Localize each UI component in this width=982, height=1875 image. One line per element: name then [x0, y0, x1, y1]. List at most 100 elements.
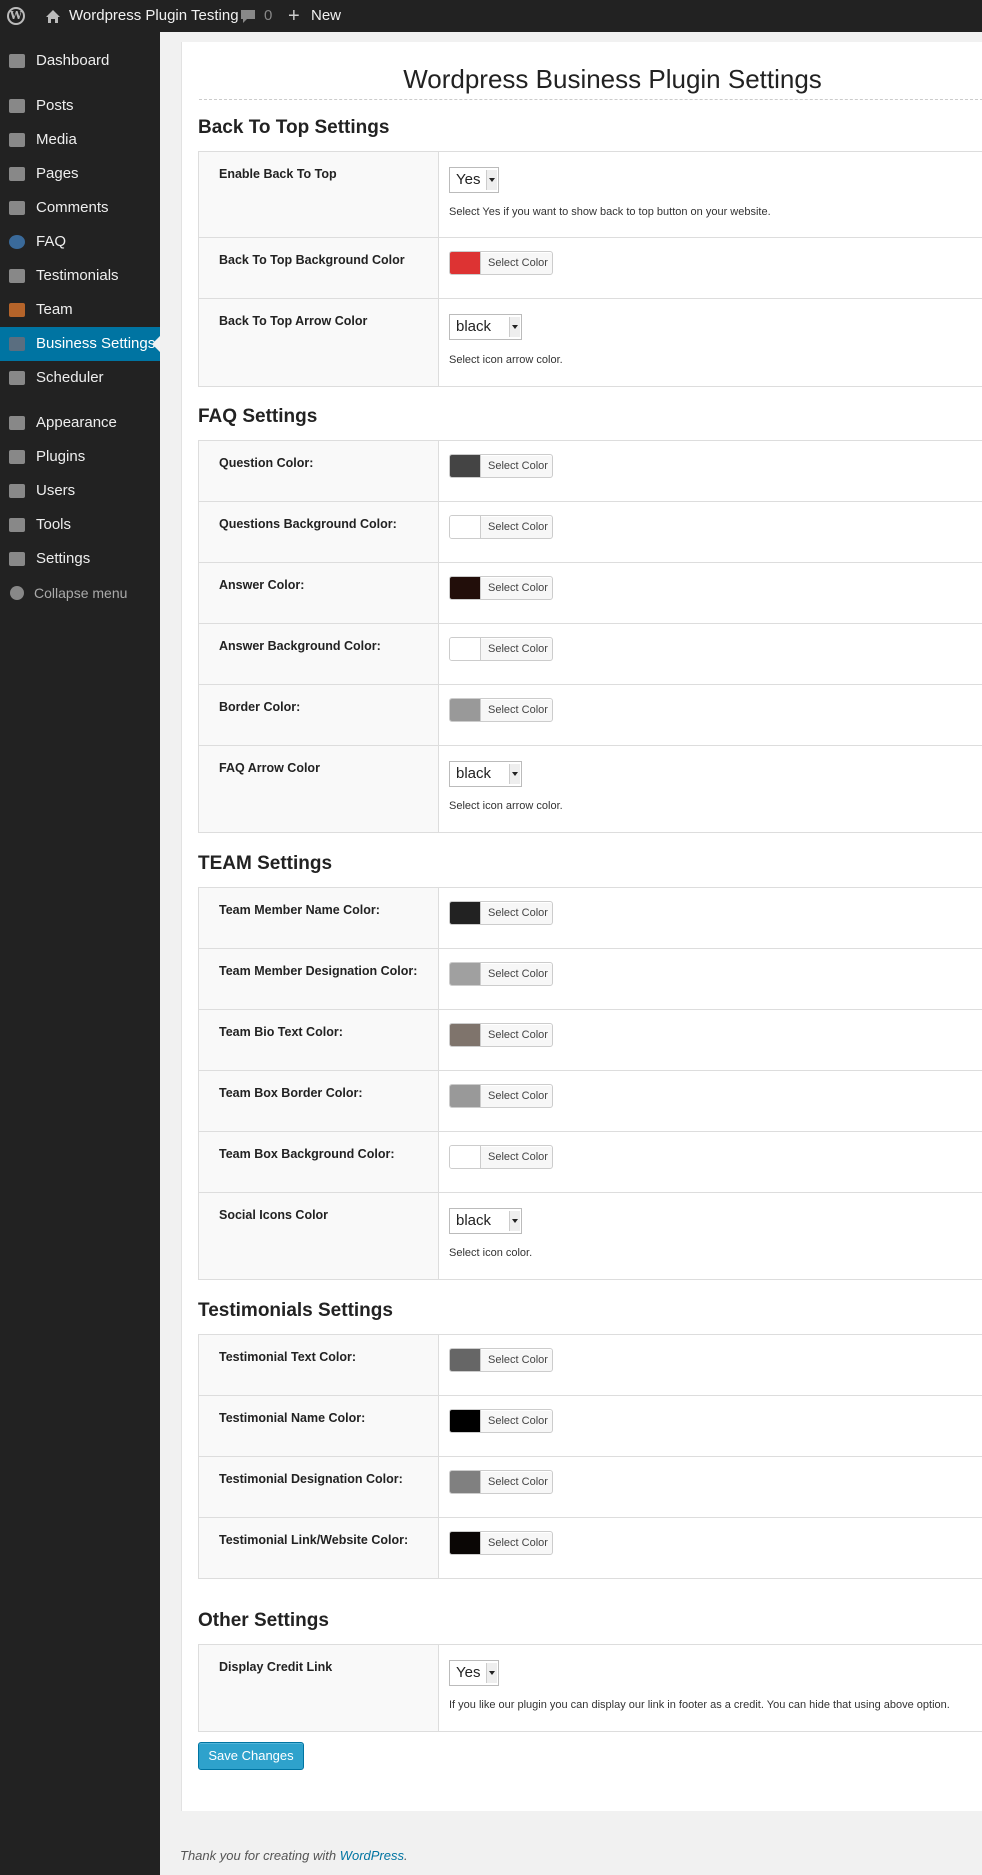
- question-bg-color-picker[interactable]: Select Color: [449, 515, 553, 539]
- color-swatch: [450, 1471, 481, 1493]
- select-color-label: Select Color: [488, 704, 548, 716]
- sidebar-item-label: Testimonials: [36, 267, 119, 284]
- testimonial-designation-color-picker[interactable]: Select Color: [449, 1470, 553, 1494]
- setting-row-back-to-top-arrow-color: Back To Top Arrow Color black Select ico…: [199, 298, 982, 386]
- dropdown-arrow-icon: [486, 170, 497, 190]
- team-settings-table: Team Member Name Color: Select Color Tea…: [198, 887, 982, 1280]
- setting-row-border-color: Border Color: Select Color: [199, 684, 982, 745]
- color-swatch: [450, 1410, 481, 1432]
- collapse-menu-button[interactable]: Collapse menu: [0, 576, 160, 610]
- setting-row-testimonial-link-color: Testimonial Link/Website Color: Select C…: [199, 1517, 982, 1578]
- sidebar-item-label: FAQ: [36, 233, 67, 250]
- sidebar-item-media[interactable]: Media: [0, 123, 160, 157]
- team-designation-color-picker[interactable]: Select Color: [449, 962, 553, 986]
- media-icon: [9, 133, 25, 147]
- answer-bg-color-picker[interactable]: Select Color: [449, 637, 553, 661]
- select-color-label: Select Color: [488, 1354, 548, 1366]
- select-value: black: [456, 765, 492, 782]
- new-content-link[interactable]: New: [311, 0, 341, 32]
- testimonials-settings-table: Testimonial Text Color: Select Color Tes…: [198, 1334, 982, 1579]
- setting-label: Team Box Border Color:: [219, 1086, 363, 1100]
- color-swatch: [450, 1146, 481, 1168]
- testimonials-icon: [9, 269, 25, 283]
- sidebar-item-appearance[interactable]: Appearance: [0, 406, 160, 440]
- business-settings-icon: [9, 337, 25, 351]
- setting-description: Select icon arrow color.: [449, 800, 563, 812]
- faq-arrow-color-select[interactable]: black: [449, 761, 522, 787]
- sidebar-item-business-settings[interactable]: Business Settings: [0, 327, 160, 361]
- sidebar-item-comments[interactable]: Comments: [0, 191, 160, 225]
- sidebar-item-testimonials[interactable]: Testimonials: [0, 259, 160, 293]
- setting-row-faq-arrow-color: FAQ Arrow Color black Select icon arrow …: [199, 745, 982, 832]
- color-swatch: [450, 577, 481, 599]
- select-value: black: [456, 1212, 492, 1229]
- faq-icon: [9, 235, 25, 249]
- select-color-label: Select Color: [488, 521, 548, 533]
- setting-row-question-bg-color: Questions Background Color: Select Color: [199, 501, 982, 562]
- setting-label: Testimonial Designation Color:: [219, 1472, 403, 1486]
- sidebar-item-tools[interactable]: Tools: [0, 508, 160, 542]
- plus-icon[interactable]: +: [288, 0, 304, 32]
- brush-icon: [9, 416, 25, 430]
- sidebar-item-plugins[interactable]: Plugins: [0, 440, 160, 474]
- scheduler-icon: [9, 371, 25, 385]
- sidebar-item-label: Business Settings: [36, 335, 156, 352]
- setting-row-team-name-color: Team Member Name Color: Select Color: [199, 888, 982, 948]
- sidebar-item-label: Settings: [36, 550, 91, 567]
- comment-bubble-icon[interactable]: [240, 0, 256, 32]
- settings-page: Wordpress Business Plugin Settings Back …: [181, 42, 982, 1811]
- back-to-top-bg-color-picker[interactable]: Select Color: [449, 251, 553, 275]
- setting-label: Testimonial Name Color:: [219, 1411, 366, 1425]
- setting-label: Social Icons Color: [219, 1208, 329, 1222]
- answer-color-picker[interactable]: Select Color: [449, 576, 553, 600]
- setting-label: Question Color:: [219, 456, 314, 470]
- sidebar-item-scheduler[interactable]: Scheduler: [0, 361, 160, 395]
- user-icon: [9, 484, 25, 498]
- sidebar-item-users[interactable]: Users: [0, 474, 160, 508]
- setting-label: Enable Back To Top: [219, 167, 337, 181]
- color-swatch: [450, 1024, 481, 1046]
- back-to-top-arrow-color-select[interactable]: black: [449, 314, 522, 340]
- team-box-bg-color-picker[interactable]: Select Color: [449, 1145, 553, 1169]
- setting-row-team-box-bg-color: Team Box Background Color: Select Color: [199, 1131, 982, 1192]
- setting-label: Team Member Name Color:: [219, 903, 380, 917]
- admin-footer: Thank you for creating with WordPress.: [180, 1848, 408, 1863]
- display-credit-link-select[interactable]: Yes: [449, 1660, 499, 1686]
- sidebar-item-posts[interactable]: Posts: [0, 89, 160, 123]
- testimonial-name-color-picker[interactable]: Select Color: [449, 1409, 553, 1433]
- question-color-picker[interactable]: Select Color: [449, 454, 553, 478]
- team-bio-color-picker[interactable]: Select Color: [449, 1023, 553, 1047]
- sidebar-item-settings[interactable]: Settings: [0, 542, 160, 576]
- setting-row-team-designation-color: Team Member Designation Color: Select Co…: [199, 948, 982, 1009]
- save-changes-button[interactable]: Save Changes: [198, 1742, 304, 1770]
- setting-description: Select icon arrow color.: [449, 354, 563, 366]
- social-icons-color-select[interactable]: black: [449, 1208, 522, 1234]
- testimonial-text-color-picker[interactable]: Select Color: [449, 1348, 553, 1372]
- setting-row-team-bio-color: Team Bio Text Color: Select Color: [199, 1009, 982, 1070]
- testimonial-link-color-picker[interactable]: Select Color: [449, 1531, 553, 1555]
- team-name-color-picker[interactable]: Select Color: [449, 901, 553, 925]
- section-title-faq: FAQ Settings: [198, 406, 318, 427]
- sidebar-item-team[interactable]: Team: [0, 293, 160, 327]
- home-icon[interactable]: [44, 0, 62, 32]
- sidebar-item-faq[interactable]: FAQ: [0, 225, 160, 259]
- wordpress-link[interactable]: WordPress: [340, 1848, 404, 1863]
- color-swatch: [450, 455, 481, 477]
- other-settings-table: Display Credit Link Yes If you like our …: [198, 1644, 982, 1732]
- sidebar-item-dashboard[interactable]: Dashboard: [0, 44, 160, 78]
- wordpress-logo-icon[interactable]: W: [7, 7, 25, 25]
- pages-icon: [9, 167, 25, 181]
- select-color-label: Select Color: [488, 582, 548, 594]
- site-name-link[interactable]: Wordpress Plugin Testing: [69, 0, 239, 32]
- team-box-border-color-picker[interactable]: Select Color: [449, 1084, 553, 1108]
- collapse-arrow-icon: [10, 586, 24, 600]
- border-color-picker[interactable]: Select Color: [449, 698, 553, 722]
- sidebar-item-pages[interactable]: Pages: [0, 157, 160, 191]
- color-swatch: [450, 638, 481, 660]
- setting-label: Answer Color:: [219, 578, 305, 592]
- enable-back-to-top-select[interactable]: Yes: [449, 167, 499, 193]
- setting-label: Back To Top Arrow Color: [219, 314, 368, 328]
- setting-description: Select icon color.: [449, 1247, 533, 1259]
- setting-row-display-credit-link: Display Credit Link Yes If you like our …: [199, 1645, 982, 1731]
- comment-count[interactable]: 0: [264, 0, 272, 32]
